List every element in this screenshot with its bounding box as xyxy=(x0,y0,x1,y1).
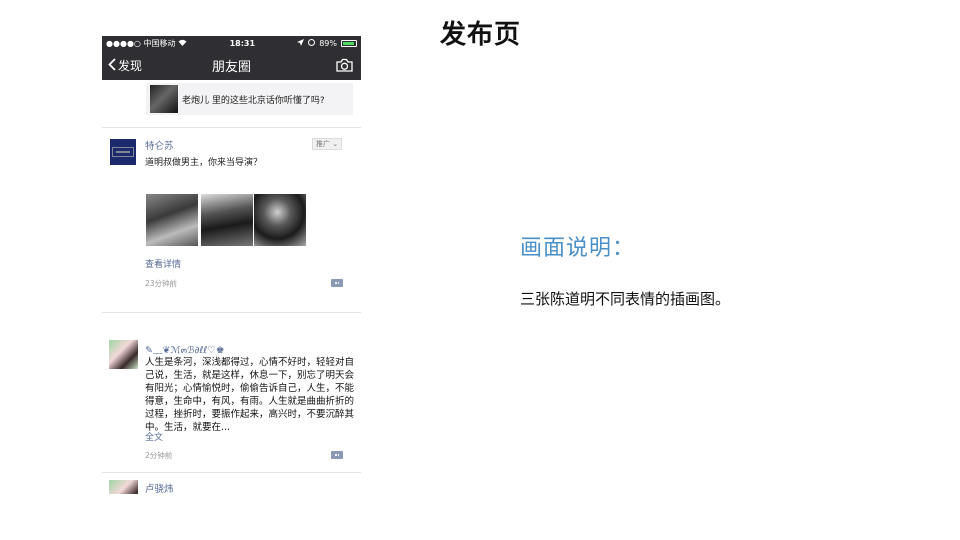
camera-button[interactable] xyxy=(336,57,353,76)
post-author[interactable]: 卢骁炜 xyxy=(145,481,174,494)
battery-percent: 89% xyxy=(319,38,337,48)
nav-bar: 发现 朋友圈 xyxy=(102,50,361,80)
feed-divider xyxy=(102,472,361,473)
post-text: 人生是条河，深浅都得过，心情不好时，轻轻对自己说，生活，就是这样，休息一下，别忘… xyxy=(145,357,355,433)
post-photo[interactable] xyxy=(201,194,253,246)
article-thumbnail xyxy=(150,85,178,113)
view-details-link[interactable]: 查看详情 xyxy=(145,257,181,270)
user-avatar[interactable] xyxy=(109,480,138,494)
comment-button[interactable] xyxy=(331,451,343,459)
description-text: 三张陈道明不同表情的插画图。 xyxy=(520,290,731,308)
back-label: 发现 xyxy=(118,59,143,73)
brand-logo-icon xyxy=(112,147,134,157)
post-author[interactable]: 特仑苏 xyxy=(145,138,174,152)
slide-title: 发布页 xyxy=(440,20,522,50)
post-text: 道明叔做男主，你来当导演？ xyxy=(145,158,263,168)
post-photo[interactable] xyxy=(146,194,198,246)
carrier-label: ●●●●○ 中国移动 xyxy=(106,38,176,48)
back-button[interactable]: 发现 xyxy=(108,57,142,74)
description-heading: 画面说明： xyxy=(520,236,636,261)
battery-icon xyxy=(340,39,357,47)
post-time: 2分钟前 xyxy=(145,451,173,460)
chevron-left-icon xyxy=(108,57,116,74)
feed-divider xyxy=(102,312,361,313)
ad-badge[interactable]: 推广 ⌄ xyxy=(312,138,343,150)
feed-divider xyxy=(102,127,361,128)
phone-screenshot: ●●●●○ 中国移动 18:31 89% 发现 朋友圈 老炮儿 里的这些北京话你… xyxy=(102,36,361,494)
wifi-icon xyxy=(178,39,187,48)
comment-button[interactable] xyxy=(331,279,343,287)
user-avatar[interactable] xyxy=(109,340,138,369)
post-photo[interactable] xyxy=(254,194,306,246)
post-time: 23分钟前 xyxy=(145,279,178,288)
full-text-link[interactable]: 全文 xyxy=(145,430,163,443)
status-bar: ●●●●○ 中国移动 18:31 89% xyxy=(102,36,361,50)
location-icon xyxy=(297,38,305,48)
camera-icon xyxy=(336,57,353,76)
nav-title: 朋友圈 xyxy=(211,59,251,75)
brand-avatar[interactable] xyxy=(110,139,136,165)
clock: 18:31 xyxy=(229,38,256,48)
article-title: 老炮儿 里的这些北京话你听懂了吗? xyxy=(182,95,325,106)
shared-article-card[interactable]: 老炮儿 里的这些北京话你听懂了吗? xyxy=(146,83,353,115)
alarm-icon xyxy=(308,38,316,48)
